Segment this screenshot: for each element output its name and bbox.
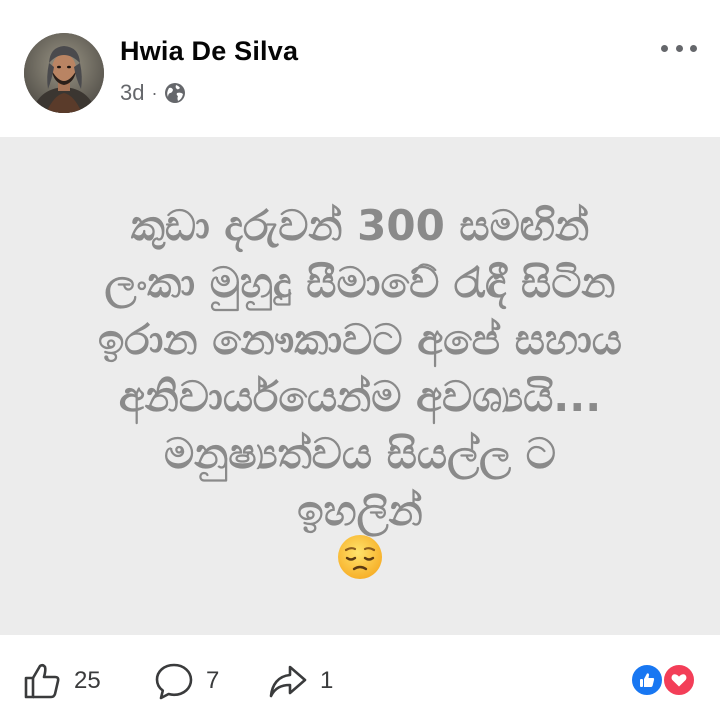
post-text: කුඩා දරුවන් 300 සමඟින් ලංකා මුහුදු සීමාව… (60, 197, 660, 539)
share-button[interactable]: 1 (268, 659, 333, 703)
post-text-line: ලංකා මුහුදු සීමාවේ රැඳී සිටින (104, 258, 616, 307)
post-card: Hwia De Silva 3d · කුඩා දරුවන් 300 සමඟින… (0, 0, 720, 727)
post-actions-bar: 25 7 1 (0, 635, 720, 727)
post-header: Hwia De Silva 3d · (0, 0, 720, 137)
reactions-summary[interactable] (630, 663, 700, 697)
post-text-line: ඉරාන නෞකාවට අපේ සහාය (97, 315, 622, 364)
text-post-background: කුඩා දරුවන් 300 සමඟින් ලංකා මුහුදු සීමාව… (0, 137, 720, 635)
globe-icon[interactable] (164, 82, 186, 104)
author-avatar[interactable] (24, 33, 104, 113)
thumbs-up-icon (24, 663, 60, 699)
comment-count: 7 (206, 667, 220, 694)
post-text-line: මනුෂ්‍යත්වය සියල්ල ට (163, 429, 557, 478)
more-options-icon[interactable] (655, 36, 703, 60)
share-count: 1 (320, 667, 334, 694)
share-icon (269, 665, 307, 698)
heart-reaction-icon (662, 663, 696, 697)
like-button[interactable]: 25 (22, 659, 101, 703)
avatar-image (24, 33, 104, 113)
post-text-line: අනිවාර්යයෙන්ම අවශ්‍යයි... (118, 372, 602, 421)
author-name[interactable]: Hwia De Silva (120, 36, 298, 67)
post-text-line: ඉහලින් (297, 486, 423, 535)
like-reaction-icon (630, 663, 664, 697)
comment-button[interactable]: 7 (154, 659, 219, 703)
pensive-face-emoji (336, 533, 384, 581)
post-text-line: කුඩා දරුවන් 300 සමඟින් (130, 201, 590, 250)
meta-separator: · (151, 83, 158, 103)
like-count: 25 (74, 667, 101, 694)
post-timestamp[interactable]: 3d (120, 80, 144, 106)
comment-icon (155, 663, 193, 700)
post-meta: 3d · (120, 80, 186, 106)
